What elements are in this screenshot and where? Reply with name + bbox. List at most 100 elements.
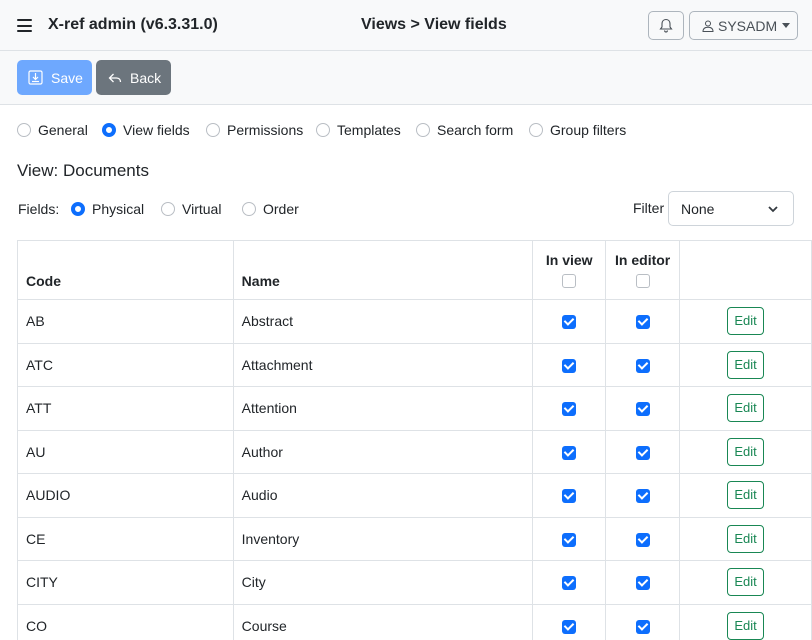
in-view-cell bbox=[532, 516, 607, 561]
tab-group-filters-radio[interactable] bbox=[529, 123, 543, 137]
in-view-checkbox[interactable] bbox=[562, 532, 577, 547]
user-icon bbox=[702, 20, 714, 32]
in-editor-checkbox[interactable] bbox=[635, 358, 650, 373]
back-button[interactable]: Back bbox=[96, 60, 171, 95]
in-view-checkbox[interactable] bbox=[562, 619, 577, 634]
fields-order-label: Order bbox=[263, 201, 299, 217]
edit-button[interactable]: Edit bbox=[727, 437, 765, 466]
table-row: AB Abstract Edit bbox=[17, 299, 812, 344]
tab-search-form-label: Search form bbox=[437, 122, 514, 138]
tab-view-fields-radio[interactable] bbox=[102, 123, 116, 137]
code-cell: CO bbox=[17, 603, 234, 640]
breadcrumb: Views > View fields bbox=[361, 16, 507, 33]
in-view-checkbox[interactable] bbox=[562, 445, 577, 460]
back-label: Back bbox=[130, 69, 162, 86]
fields-virtual-radio[interactable] bbox=[161, 202, 175, 216]
code-cell: AB bbox=[17, 299, 234, 344]
tab-view-fields[interactable]: View fields bbox=[102, 122, 190, 138]
tab-templates-radio[interactable] bbox=[316, 123, 330, 137]
notifications-button[interactable] bbox=[648, 11, 684, 40]
in-editor-checkbox[interactable] bbox=[635, 445, 650, 460]
edit-button[interactable]: Edit bbox=[727, 481, 765, 510]
in-editor-cell bbox=[605, 560, 681, 605]
menu-icon[interactable] bbox=[17, 19, 32, 32]
user-name: SYSADM bbox=[718, 17, 778, 34]
fields-option-order[interactable]: Order bbox=[242, 201, 299, 217]
name-cell: Inventory bbox=[232, 516, 534, 561]
edit-button[interactable]: Edit bbox=[727, 568, 765, 597]
code-cell: CE bbox=[17, 516, 234, 561]
in-editor-checkbox[interactable] bbox=[635, 576, 650, 591]
tab-group-filters-label: Group filters bbox=[550, 122, 627, 138]
in-editor-checkbox[interactable] bbox=[635, 489, 650, 504]
save-button[interactable]: Save bbox=[17, 60, 92, 95]
edit-button[interactable]: Edit bbox=[727, 350, 765, 379]
tab-permissions-label: Permissions bbox=[227, 122, 304, 138]
in-view-checkbox[interactable] bbox=[562, 402, 577, 417]
actions-cell: Edit bbox=[679, 560, 812, 605]
tab-general[interactable]: General bbox=[17, 122, 88, 138]
actions-cell: Edit bbox=[679, 603, 812, 640]
in-view-checkbox[interactable] bbox=[562, 576, 577, 591]
in-editor-checkbox[interactable] bbox=[635, 402, 650, 417]
in-view-checkbox[interactable] bbox=[562, 358, 577, 373]
fields-option-virtual[interactable]: Virtual bbox=[161, 201, 221, 217]
actions-cell: Edit bbox=[679, 342, 812, 387]
app-title: X-ref admin (v6.3.31.0) bbox=[48, 16, 218, 33]
in-view-cell bbox=[532, 473, 607, 518]
table-row: CITY City Edit bbox=[17, 560, 812, 605]
in-editor-checkbox[interactable] bbox=[635, 315, 650, 330]
fields-physical-label: Physical bbox=[92, 201, 145, 217]
tab-search-form-radio[interactable] bbox=[416, 123, 430, 137]
fields-physical-radio[interactable] bbox=[71, 202, 85, 216]
in-view-checkbox[interactable] bbox=[562, 489, 577, 504]
in-editor-checkbox[interactable] bbox=[635, 532, 650, 547]
fields-virtual-label: Virtual bbox=[182, 201, 222, 217]
name-cell: Course bbox=[232, 603, 534, 640]
user-menu-button[interactable]: SYSADM bbox=[689, 11, 798, 40]
reply-icon bbox=[108, 73, 122, 82]
caret-down-icon bbox=[782, 23, 791, 28]
edit-button[interactable]: Edit bbox=[727, 307, 765, 336]
tab-search-form[interactable]: Search form bbox=[416, 122, 513, 138]
in-editor-cell bbox=[605, 516, 681, 561]
edit-button[interactable]: Edit bbox=[727, 611, 765, 640]
filter-select[interactable]: None bbox=[668, 191, 794, 226]
tab-permissions-radio[interactable] bbox=[206, 123, 220, 137]
code-cell: ATT bbox=[17, 386, 234, 431]
name-cell: Abstract bbox=[232, 299, 534, 344]
column-header-code: Code bbox=[17, 240, 234, 300]
actions-cell: Edit bbox=[679, 299, 812, 344]
actions-cell: Edit bbox=[679, 386, 812, 431]
tab-templates[interactable]: Templates bbox=[316, 122, 401, 138]
in-view-cell bbox=[532, 342, 607, 387]
fields-order-radio[interactable] bbox=[242, 202, 256, 216]
name-cell: City bbox=[232, 560, 534, 605]
view-fields-table: Code Name In view In editor AB Abstract … bbox=[17, 240, 812, 640]
in-view-select-all-checkbox[interactable] bbox=[562, 274, 577, 288]
name-cell: Author bbox=[232, 429, 534, 474]
in-editor-select-all-checkbox[interactable] bbox=[635, 274, 650, 288]
tab-permissions[interactable]: Permissions bbox=[206, 122, 303, 138]
tab-view-fields-label: View fields bbox=[123, 122, 190, 138]
table-row: AU Author Edit bbox=[17, 429, 812, 474]
tab-group-filters[interactable]: Group filters bbox=[529, 122, 626, 138]
in-view-cell bbox=[532, 299, 607, 344]
edit-button[interactable]: Edit bbox=[727, 394, 765, 423]
chevron-down-icon bbox=[768, 206, 778, 213]
edit-button[interactable]: Edit bbox=[727, 524, 765, 553]
in-view-checkbox[interactable] bbox=[562, 315, 577, 330]
in-view-cell bbox=[532, 603, 607, 640]
in-editor-checkbox[interactable] bbox=[635, 619, 650, 634]
table-row: AUDIO Audio Edit bbox=[17, 473, 812, 518]
tab-general-radio[interactable] bbox=[17, 123, 31, 137]
name-cell: Attention bbox=[232, 386, 534, 431]
fields-option-physical[interactable]: Physical bbox=[71, 201, 144, 217]
in-editor-header-label: In editor bbox=[615, 252, 671, 268]
tab-general-label: General bbox=[38, 122, 88, 138]
in-editor-cell bbox=[605, 429, 681, 474]
save-label: Save bbox=[51, 69, 83, 86]
filter-value: None bbox=[681, 200, 715, 217]
name-cell: Attachment bbox=[232, 342, 534, 387]
in-view-header-label: In view bbox=[545, 252, 593, 268]
